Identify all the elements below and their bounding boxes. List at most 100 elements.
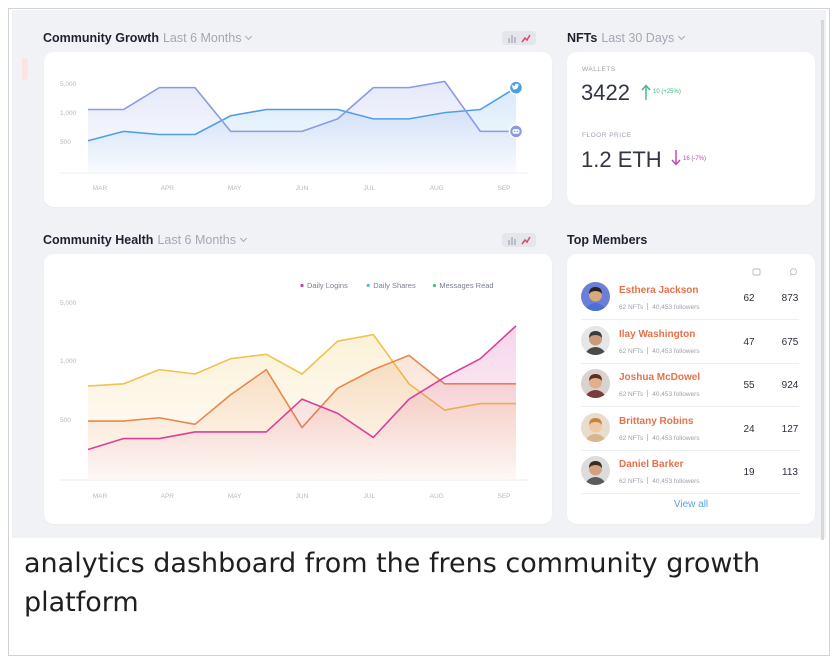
member-comment-count: 127 [781, 423, 799, 435]
avatar[interactable] [581, 325, 610, 355]
member-name[interactable]: Esthera Jackson [619, 285, 699, 296]
legend-dot [300, 283, 304, 288]
member-nft-count: 62 [743, 293, 755, 304]
legend-label: Daily Logins [307, 281, 348, 290]
member-nft-count: 47 [743, 336, 755, 348]
member-comment-count: 924 [781, 380, 799, 391]
floor-price-label: FLOOR PRICE [582, 132, 632, 139]
community-growth-period: Last 6 Months [162, 31, 242, 45]
member-followers: 40,453 followers [652, 434, 700, 442]
member-nfts: 62 NFTs [619, 391, 644, 398]
member-followers: 40,453 followers [652, 391, 700, 398]
legend-label: Daily Shares [373, 281, 416, 290]
nfts-header[interactable]: NFTs Last 30 Days [567, 31, 686, 45]
x-tick-label: AUG [430, 185, 444, 192]
member-nft-count: 55 [743, 380, 755, 391]
community-growth-title: Community Growth [43, 31, 159, 45]
discord-icon [508, 124, 524, 139]
row-divider [581, 493, 799, 494]
community-health-period: Last 6 Months [157, 233, 236, 247]
top-members-card: Esthera Jackson 62 NFTs 40,453 followers 62… [567, 254, 815, 524]
y-tick-label: 1,000 [60, 110, 77, 117]
member-meta: 62 NFTs 40,453 followers [619, 389, 700, 398]
member-meta: 62 NFTs 40,453 followers [619, 476, 700, 485]
y-tick-label: 500 [60, 139, 71, 146]
wallets-delta: 10 (+25%) [653, 89, 681, 95]
legend-dot [366, 283, 370, 288]
avatar[interactable] [581, 456, 610, 485]
nfts-card: WALLETS 3422 10 (+25%) FLOOR PRICE 1.2 E… [567, 52, 815, 205]
wallets-value: 3422 [581, 80, 630, 105]
y-tick-label: 500 [60, 417, 71, 424]
member-nft-count: 19 [743, 467, 755, 478]
avatar[interactable] [581, 369, 610, 398]
comment-icon [789, 268, 797, 276]
community-health-title: Community Health [43, 233, 154, 247]
top-members-title: Top Members [567, 233, 648, 247]
member-comment-count: 873 [781, 293, 799, 304]
nfts-period: Last 30 Days [601, 31, 675, 45]
member-nfts: 62 NFTs [619, 347, 644, 355]
member-row[interactable]: Esthera Jackson 62 NFTs 40,453 followers 62… [581, 276, 799, 319]
community-health-chart: 5,000 1,000 500 MAR APR MAY JUN JUL AUG SEP Daily … [60, 281, 528, 500]
dashboard: Community Growth Last 6 Months 5,000 1,000… [12, 10, 826, 538]
legend-label: Messages Read [439, 281, 493, 290]
avatar[interactable] [581, 282, 610, 311]
floor-price-delta: 16 (-7%) [683, 156, 707, 162]
nfts-title: NFTs [567, 31, 598, 45]
member-row[interactable]: Ilay Washington 62 NFTs 40,453 followers 47… [581, 320, 799, 363]
image-caption: analytics dashboard from the frens commu… [24, 548, 761, 618]
y-tick-label: 5,000 [60, 81, 77, 88]
member-followers: 40,453 followers [652, 304, 700, 311]
bar-chart-icon[interactable] [507, 34, 517, 43]
line-chart-icon[interactable] [521, 34, 531, 43]
x-tick-label: APR [161, 493, 175, 500]
member-nfts: 62 NFTs [619, 304, 644, 311]
divider [647, 303, 649, 310]
x-tick-label: JUN [296, 185, 309, 192]
chart-type-toggle[interactable] [502, 233, 536, 247]
member-followers: 40,453 followers [652, 478, 700, 485]
arrow-up-icon [641, 84, 651, 100]
x-tick-label: AUG [430, 493, 444, 500]
member-row[interactable]: Brittany Robins 62 NFTs 40,453 followers 24… [581, 407, 799, 450]
community-health-card: 5,000 1,000 500 MAR APR MAY JUN JUL AUG SEP Daily … [44, 254, 552, 524]
community-growth-header[interactable]: Community Growth Last 6 Months [43, 31, 253, 45]
x-tick-label: JUL [364, 185, 376, 192]
chart-type-toggle[interactable] [502, 31, 536, 45]
member-name[interactable]: Daniel Barker [619, 459, 683, 470]
nft-icon [752, 268, 761, 276]
member-name[interactable]: Ilay Washington [619, 329, 695, 340]
divider [647, 433, 649, 441]
member-comment-count: 113 [782, 467, 798, 478]
avatar[interactable] [581, 412, 610, 442]
member-name[interactable]: Joshua McDowel [619, 372, 700, 383]
wallets-label: WALLETS [582, 66, 616, 73]
member-name[interactable]: Brittany Robins [619, 416, 693, 427]
member-comment-count: 675 [781, 336, 799, 348]
community-growth-card: 5,000 1,000 500 MAR APR MAY JUN JUL AUG SEP [44, 52, 552, 207]
member-nft-count: 24 [743, 423, 755, 435]
scrollbar[interactable] [821, 20, 824, 540]
x-tick-label: SEP [497, 185, 510, 192]
community-health-header[interactable]: Community Health Last 6 Months [43, 233, 247, 247]
legend-dot [432, 283, 436, 288]
view-all-link[interactable]: View all [567, 499, 815, 510]
member-row[interactable]: Daniel Barker 62 NFTs 40,453 followers 19 11… [581, 450, 799, 493]
member-nfts: 62 NFTs [619, 434, 644, 442]
member-nfts: 62 NFTs [619, 478, 644, 485]
chevron-down-icon [678, 32, 686, 41]
community-growth-chart: 5,000 1,000 500 MAR APR MAY JUN JUL AUG SEP [60, 80, 528, 192]
bar-chart-icon[interactable] [507, 236, 517, 245]
y-tick-label: 1,000 [60, 358, 77, 365]
x-tick-label: MAR [93, 185, 108, 192]
x-tick-label: MAR [93, 493, 108, 500]
side-tab[interactable] [22, 58, 28, 80]
member-meta: 62 NFTs 40,453 followers [619, 302, 700, 311]
chevron-down-icon [239, 234, 247, 243]
line-chart-icon[interactable] [521, 236, 531, 245]
chevron-down-icon [245, 32, 253, 41]
member-row[interactable]: Joshua McDowel 62 NFTs 40,453 followers 55 9… [581, 363, 799, 406]
x-tick-label: APR [161, 185, 175, 192]
twitter-icon [508, 80, 524, 95]
